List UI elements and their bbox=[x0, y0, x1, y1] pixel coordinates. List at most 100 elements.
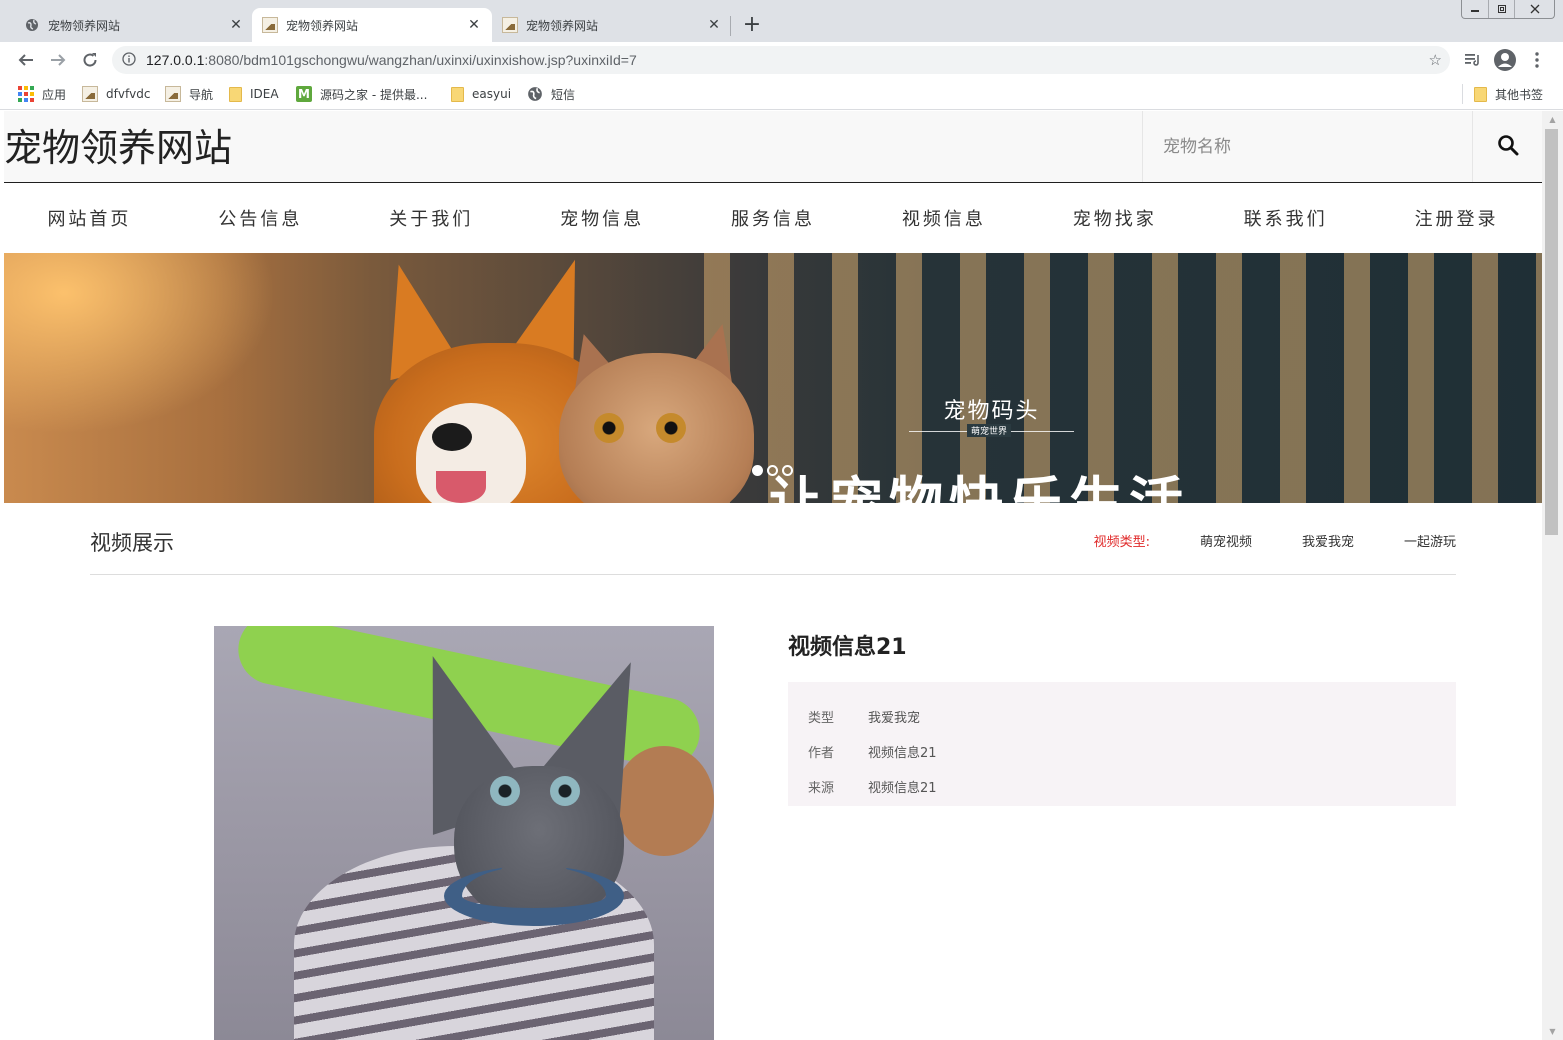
bookmark-nav[interactable]: 导航 bbox=[165, 85, 213, 103]
main-nav: 网站首页 公告信息 关于我们 宠物信息 服务信息 视频信息 宠物找家 联系我们 … bbox=[4, 183, 1542, 253]
info-row-author: 作者 视频信息21 bbox=[808, 734, 1436, 769]
search-input[interactable] bbox=[1142, 111, 1473, 182]
video-title: 视频信息21 bbox=[788, 635, 907, 660]
carousel-dots bbox=[752, 465, 797, 476]
browser-tab-3[interactable]: 宠物领养网站 ✕ bbox=[492, 8, 732, 42]
bookmark-dfvfvdc[interactable]: dfvfvdc bbox=[82, 85, 150, 103]
scroll-down-arrow-icon[interactable]: ▼ bbox=[1542, 1023, 1563, 1040]
bookmark-sms[interactable]: 短信 bbox=[527, 85, 575, 103]
video-category-filter: 视频类型: 萌宠视频 我爱我宠 一起游玩 bbox=[1094, 531, 1456, 550]
bookmark-label: 源码之家 - 提供最... bbox=[320, 87, 428, 102]
tab-title: 宠物领养网站 bbox=[48, 18, 121, 33]
nav-pets[interactable]: 宠物信息 bbox=[517, 183, 688, 253]
section-header: 视频展示 视频类型: 萌宠视频 我爱我宠 一起游玩 bbox=[90, 503, 1456, 575]
info-row-source: 来源 视频信息21 bbox=[808, 769, 1436, 804]
nav-home[interactable]: 网站首页 bbox=[4, 183, 175, 253]
carousel-dot[interactable] bbox=[752, 465, 763, 476]
search-button[interactable] bbox=[1473, 111, 1542, 182]
url-host: 127.0.0.1 bbox=[146, 52, 205, 68]
carousel-dot[interactable] bbox=[782, 465, 793, 476]
url-text: 127.0.0.1:8080/bdm101gschongwu/wangzhan/… bbox=[146, 52, 637, 68]
apps-grid-icon bbox=[18, 86, 34, 102]
nav-contact[interactable]: 联系我们 bbox=[1200, 183, 1371, 253]
nav-register-login[interactable]: 注册登录 bbox=[1371, 183, 1542, 253]
tab-title: 宠物领养网站 bbox=[286, 18, 359, 33]
kebab-menu-icon[interactable] bbox=[1528, 48, 1546, 72]
info-value: 我爱我宠 bbox=[868, 711, 921, 726]
bookmark-idea[interactable]: IDEA bbox=[229, 85, 279, 103]
video-thumbnail-image[interactable] bbox=[214, 626, 714, 1040]
bookmark-yuanma[interactable]: M 源码之家 - 提供最... bbox=[296, 85, 427, 103]
category-cute-pet-videos[interactable]: 萌宠视频 bbox=[1200, 531, 1252, 550]
bookmark-label: 其他书签 bbox=[1495, 87, 1544, 102]
page-scrollbar[interactable]: ▲ ▼ bbox=[1542, 111, 1563, 1040]
folder-icon bbox=[1474, 86, 1487, 102]
banner-slogan: 让宠物快乐生活 bbox=[769, 471, 1189, 503]
search-form bbox=[1142, 111, 1542, 182]
nav-about[interactable]: 关于我们 bbox=[346, 183, 517, 253]
window-controls bbox=[1461, 0, 1555, 19]
banner-brand-name: 宠物码头 bbox=[943, 399, 1040, 424]
reload-icon[interactable] bbox=[78, 48, 102, 72]
image-icon bbox=[82, 86, 98, 102]
video-info-box: 类型 我爱我宠 作者 视频信息21 来源 视频信息21 bbox=[788, 682, 1456, 806]
info-value: 视频信息21 bbox=[868, 781, 937, 796]
bookmark-label: IDEA bbox=[250, 87, 279, 101]
bookmark-apps[interactable]: 应用 bbox=[18, 85, 66, 103]
bookmark-label: 应用 bbox=[42, 87, 67, 102]
bookmark-label: easyui bbox=[472, 87, 512, 101]
image-icon bbox=[502, 17, 518, 33]
close-icon[interactable]: ✕ bbox=[228, 17, 244, 33]
category-love-my-pet[interactable]: 我爱我宠 bbox=[1302, 531, 1354, 550]
info-key: 类型 bbox=[808, 711, 835, 726]
info-row-type: 类型 我爱我宠 bbox=[808, 699, 1436, 734]
window-close-icon[interactable] bbox=[1514, 0, 1554, 18]
nav-videos[interactable]: 视频信息 bbox=[858, 183, 1029, 253]
new-tab-button[interactable]: + bbox=[740, 14, 764, 38]
site-header: 宠物领养网站 bbox=[4, 111, 1542, 183]
info-icon[interactable] bbox=[122, 51, 136, 70]
browser-tab-1[interactable]: 宠物领养网站 ✕ bbox=[14, 8, 254, 42]
browser-tab-2[interactable]: 宠物领养网站 ✕ bbox=[252, 8, 492, 42]
bookmark-label: 短信 bbox=[551, 87, 576, 102]
bookmark-separator bbox=[1462, 84, 1463, 104]
close-icon[interactable]: ✕ bbox=[706, 17, 722, 33]
media-control-icon[interactable] bbox=[1462, 48, 1484, 72]
minimize-icon[interactable] bbox=[1462, 0, 1488, 18]
scrollbar-thumb[interactable] bbox=[1545, 129, 1558, 535]
image-icon bbox=[165, 86, 181, 102]
search-icon bbox=[1497, 134, 1519, 160]
page-viewport: 宠物领养网站 网站首页 公告信息 关于我们 宠物信息 服务信息 视频信息 宠物找… bbox=[4, 111, 1542, 1040]
carousel-dot[interactable] bbox=[767, 465, 778, 476]
scroll-up-arrow-icon[interactable]: ▲ bbox=[1542, 111, 1563, 128]
bookmark-easyui[interactable]: easyui bbox=[451, 85, 511, 103]
address-bar[interactable]: 127.0.0.1:8080/bdm101gschongwu/wangzhan/… bbox=[112, 46, 1450, 74]
banner-brand-sub: 萌宠世界 bbox=[967, 424, 1012, 437]
banner-brand-logo: 宠物码头 萌宠世界 bbox=[909, 393, 1074, 437]
bookmark-star-icon[interactable]: ☆ bbox=[1429, 51, 1442, 69]
bookmark-other[interactable]: 其他书签 bbox=[1474, 85, 1543, 103]
bookmarks-bar: 应用 dfvfvdc 导航 IDEA M 源码之家 - 提供最... easyu… bbox=[0, 78, 1563, 110]
nav-find-home[interactable]: 宠物找家 bbox=[1029, 183, 1200, 253]
url-path: :8080/bdm101gschongwu/wangzhan/uxinxi/ux… bbox=[204, 52, 637, 68]
globe-icon bbox=[24, 17, 40, 33]
close-icon[interactable]: ✕ bbox=[466, 17, 482, 33]
nav-services[interactable]: 服务信息 bbox=[688, 183, 859, 253]
tab-separator bbox=[730, 16, 731, 36]
restore-icon[interactable] bbox=[1488, 0, 1514, 18]
section-title: 视频展示 bbox=[90, 531, 174, 555]
browser-tab-bar: 宠物领养网站 ✕ 宠物领养网站 ✕ 宠物领养网站 ✕ + bbox=[0, 0, 1563, 42]
site-logo[interactable]: 宠物领养网站 bbox=[4, 117, 232, 172]
image-icon bbox=[262, 17, 278, 33]
info-value: 视频信息21 bbox=[868, 746, 937, 761]
folder-icon bbox=[229, 86, 242, 102]
folder-icon bbox=[451, 86, 464, 102]
category-play-together[interactable]: 一起游玩 bbox=[1404, 531, 1456, 550]
hero-banner: 宠物码头 萌宠世界 让宠物快乐生活 bbox=[4, 253, 1542, 503]
bookmark-label: 导航 bbox=[189, 87, 214, 102]
globe-icon bbox=[527, 86, 543, 102]
nav-notices[interactable]: 公告信息 bbox=[175, 183, 346, 253]
forward-arrow-icon[interactable] bbox=[46, 48, 70, 72]
profile-avatar-icon[interactable] bbox=[1492, 48, 1518, 72]
back-arrow-icon[interactable] bbox=[14, 48, 38, 72]
